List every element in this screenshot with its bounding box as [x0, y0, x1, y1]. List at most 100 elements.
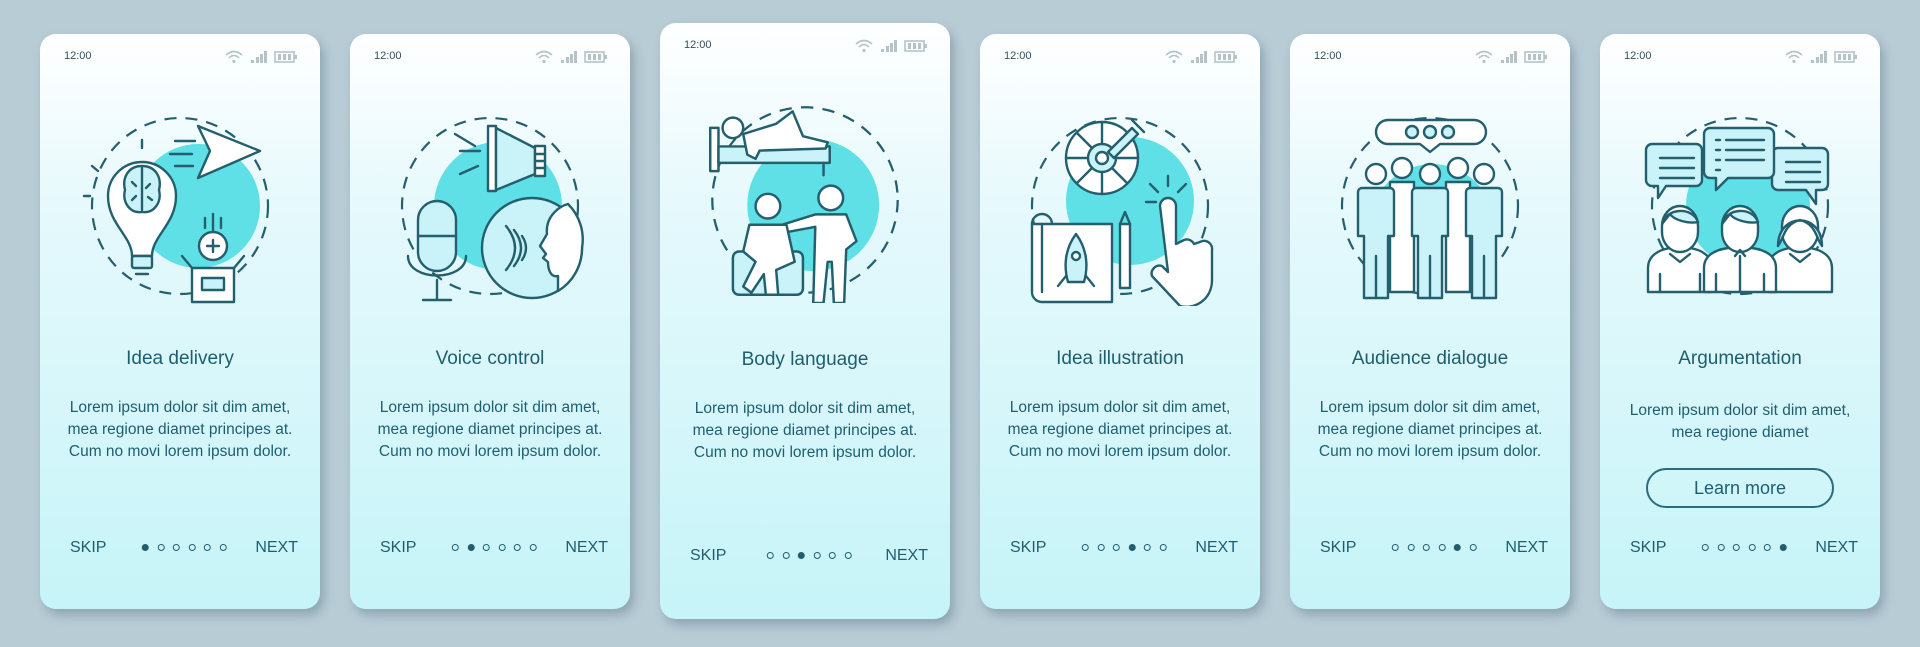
page-indicator [451, 544, 537, 551]
screen-description: Lorem ipsum dolor sit dim amet, mea regi… [1317, 399, 1543, 460]
wifi-icon [1474, 50, 1494, 64]
status-bar: 12:00 [684, 39, 928, 55]
onboarding-screen-idea-illustration: 12:00 Idea illustration Lorem ipsum dolo… [980, 34, 1260, 609]
page-dot[interactable] [1469, 544, 1477, 551]
page-dot[interactable] [1732, 544, 1740, 551]
page-dot[interactable] [1391, 544, 1399, 551]
page-dot[interactable] [1112, 544, 1120, 551]
page-dot[interactable] [1717, 544, 1725, 551]
signal-icon [250, 50, 268, 64]
status-time: 12:00 [684, 39, 712, 51]
screen-title: Body language [741, 349, 869, 370]
battery-icon [1834, 50, 1858, 64]
skip-button[interactable]: SKIP [380, 539, 416, 557]
page-dot[interactable] [482, 544, 490, 551]
pagination-bar: SKIP NEXT [1010, 539, 1238, 561]
screen-description: Lorem ipsum dolor sit dim amet, mea regi… [1007, 399, 1233, 460]
page-indicator [1391, 544, 1477, 551]
skip-button[interactable]: SKIP [1010, 539, 1046, 557]
signal-icon [1810, 50, 1828, 64]
page-dot[interactable] [1081, 544, 1089, 551]
page-dot-active[interactable] [467, 544, 475, 551]
page-dot[interactable] [828, 552, 836, 559]
page-indicator [1701, 544, 1787, 551]
argumentation-icon [1644, 116, 1834, 296]
page-dot[interactable] [1763, 544, 1771, 551]
next-button[interactable]: NEXT [1195, 539, 1238, 557]
page-dot[interactable] [188, 544, 196, 551]
next-button[interactable]: NEXT [565, 539, 608, 557]
screen-description: Lorem ipsum dolor sit dim amet, mea regi… [692, 400, 918, 461]
wifi-icon [1784, 50, 1804, 64]
audience-dialogue-icon [1340, 116, 1520, 300]
screen-title: Voice control [435, 348, 545, 369]
screen-title: Idea delivery [126, 348, 234, 369]
status-bar: 12:00 [374, 50, 608, 66]
skip-button[interactable]: SKIP [1320, 539, 1356, 557]
wifi-icon [854, 39, 874, 53]
next-button[interactable]: NEXT [885, 547, 928, 565]
page-indicator [141, 544, 227, 551]
page-dot[interactable] [1159, 544, 1167, 551]
screen-description: Lorem ipsum dolor sit dim amet, mea regi… [377, 399, 603, 460]
screen-title: Argumentation [1678, 348, 1802, 369]
voice-control-icon [400, 116, 584, 302]
pagination-bar: SKIP NEXT [690, 547, 928, 569]
status-bar: 12:00 [1624, 50, 1858, 66]
page-dot[interactable] [498, 544, 506, 551]
status-time: 12:00 [1004, 50, 1032, 62]
skip-button[interactable]: SKIP [1630, 539, 1666, 557]
battery-icon [274, 50, 298, 64]
page-dot[interactable] [1407, 544, 1415, 551]
page-dot[interactable] [203, 544, 211, 551]
status-bar: 12:00 [64, 50, 298, 66]
next-button[interactable]: NEXT [1505, 539, 1548, 557]
status-bar: 12:00 [1314, 50, 1548, 66]
onboarding-screen-argumentation: 12:00 Argumentation Lorem ipsum dolor si… [1600, 34, 1880, 609]
learn-more-button[interactable]: Learn more [1646, 468, 1834, 508]
page-dot[interactable] [451, 544, 459, 551]
page-dot-active[interactable] [1779, 544, 1787, 551]
page-dot[interactable] [766, 552, 774, 559]
screen-title: Idea illustration [1056, 348, 1184, 369]
status-time: 12:00 [374, 50, 402, 62]
onboarding-screen-audience-dialogue: 12:00 Audience dialogue Lorem ipsum dolo… [1290, 34, 1570, 609]
page-dot[interactable] [219, 544, 227, 551]
page-dot[interactable] [157, 544, 165, 551]
signal-icon [1190, 50, 1208, 64]
signal-icon [880, 39, 898, 53]
page-dot-active[interactable] [797, 552, 805, 559]
next-button[interactable]: NEXT [1815, 539, 1858, 557]
page-dot-active[interactable] [1453, 544, 1461, 551]
page-indicator [766, 552, 852, 559]
page-dot[interactable] [1438, 544, 1446, 551]
page-dot[interactable] [782, 552, 790, 559]
screen-title: Audience dialogue [1351, 348, 1509, 369]
skip-button[interactable]: SKIP [70, 539, 106, 557]
page-dot[interactable] [1748, 544, 1756, 551]
page-dot-active[interactable] [141, 544, 149, 551]
wifi-icon [534, 50, 554, 64]
page-indicator [1081, 544, 1167, 551]
page-dot[interactable] [529, 544, 537, 551]
page-dot[interactable] [844, 552, 852, 559]
next-button[interactable]: NEXT [255, 539, 298, 557]
page-dot[interactable] [813, 552, 821, 559]
page-dot[interactable] [1097, 544, 1105, 551]
signal-icon [1500, 50, 1518, 64]
idea-illustration-icon [1030, 116, 1214, 306]
skip-button[interactable]: SKIP [690, 547, 726, 565]
page-dot[interactable] [1422, 544, 1430, 551]
page-dot-active[interactable] [1128, 544, 1136, 551]
page-dot[interactable] [1701, 544, 1709, 551]
onboarding-screen-body-language: 12:00 Body language Lorem ipsum dolor si… [660, 23, 950, 619]
pagination-bar: SKIP NEXT [1630, 539, 1858, 561]
onboarding-screen-idea-delivery: 12:00 Idea delivery Lorem ipsum dolor si… [40, 34, 320, 609]
screen-description: Lorem ipsum dolor sit dim amet, mea regi… [67, 399, 293, 460]
page-dot[interactable] [172, 544, 180, 551]
wifi-icon [224, 50, 244, 64]
page-dot[interactable] [513, 544, 521, 551]
onboarding-screen-voice-control: 12:00 Voice control Lorem ipsum dolor si… [350, 34, 630, 609]
page-dot[interactable] [1143, 544, 1151, 551]
status-time: 12:00 [1314, 50, 1342, 62]
